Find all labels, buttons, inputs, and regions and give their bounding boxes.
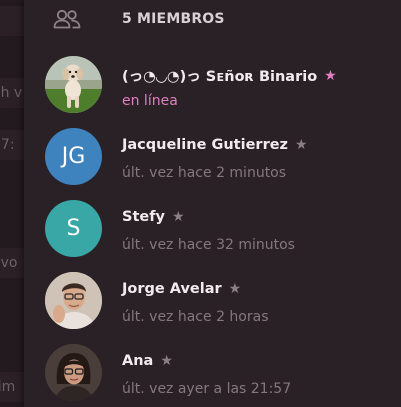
man-photo-icon [45,272,102,329]
chat-backdrop: s eh v 17: evo rim [0,0,24,407]
member-row-senor-binario[interactable]: (っ◔◡◔)っ Sᴇñᴏʀ Binario ★ en línea [24,48,401,120]
star-icon: ★ [160,353,173,369]
star-icon: ★ [228,281,242,297]
member-name: Jorge Avelar [122,281,222,297]
member-status: en línea [122,93,178,109]
member-name: Jacqueline Gutierrez [122,137,288,153]
member-row-stefy[interactable]: S Stefy ★ últ. vez hace 32 minutos [24,192,401,264]
avatar [45,272,102,329]
backdrop-message: rim [0,372,24,402]
backdrop-message: eh v [0,78,24,108]
star-icon: ★ [324,67,337,84]
backdrop-timestamp: 17: [0,130,24,160]
member-name: Ana [122,353,154,369]
woman-photo-icon [45,344,102,401]
member-status: últ. vez ayer a las 21:57 [122,381,292,397]
members-header: 5 MIEMBROS [24,0,401,38]
avatar-initials: JG [61,144,86,169]
avatar: S [45,200,102,257]
member-name: (っ◔◡◔)っ Sᴇñᴏʀ Binario [122,69,318,85]
dog-photo-icon [45,56,102,113]
avatar: JG [45,128,102,185]
avatar [45,56,102,113]
member-name: Stefy [122,209,165,225]
members-list: (っ◔◡◔)っ Sᴇñᴏʀ Binario ★ en línea JG Jacq… [24,48,401,407]
member-name-line: Ana ★ [122,353,173,369]
member-name-line: Jacqueline Gutierrez ★ [122,137,308,153]
members-icon [53,8,83,30]
member-name-line: Jorge Avelar ★ [122,281,241,297]
members-panel: 5 MIEMBROS (っ◔◡◔)っ Sᴇñᴏʀ Binario ★ en lí… [24,0,401,407]
member-row-jorge-avelar[interactable]: Jorge Avelar ★ últ. vez hace 2 horas [24,264,401,336]
member-row-ana[interactable]: Ana ★ últ. vez ayer a las 21:57 [24,336,401,407]
member-name-line: Stefy ★ [122,209,185,225]
member-row-jacqueline-gutierrez[interactable]: JG Jacqueline Gutierrez ★ últ. vez hace … [24,120,401,192]
backdrop-message: evo [0,248,24,278]
member-status: últ. vez hace 2 horas [122,309,269,325]
member-status: últ. vez hace 2 minutos [122,165,287,181]
member-status: últ. vez hace 32 minutos [122,237,295,253]
member-name-line: (っ◔◡◔)っ Sᴇñᴏʀ Binario ★ [122,65,337,86]
backdrop-message: s [0,6,24,36]
star-icon: ★ [171,209,185,225]
avatar [45,344,102,401]
members-count-title: 5 MIEMBROS [122,11,225,27]
avatar-initials: S [66,216,81,241]
star-icon: ★ [295,137,308,153]
